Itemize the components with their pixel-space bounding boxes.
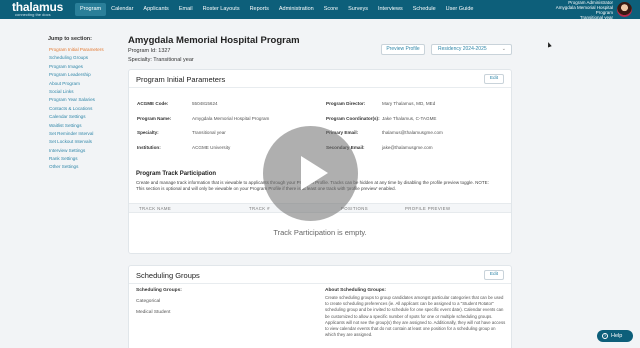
page-title: Amygdala Memorial Hospital Program xyxy=(128,35,300,46)
col-profile-preview[interactable]: PROFILE PREVIEW xyxy=(405,206,450,211)
question-icon: ? xyxy=(602,333,608,339)
sidebar-item-other-settings[interactable]: Other Settings xyxy=(49,163,118,171)
nav-program[interactable]: Program xyxy=(75,3,107,16)
nav-interviews[interactable]: Interviews xyxy=(373,3,408,16)
program-id: Program Id: 1327 xyxy=(128,48,171,54)
list-item: Medical Student xyxy=(136,310,171,315)
nav-administration[interactable]: Administration xyxy=(274,3,319,16)
nav-score[interactable]: Score xyxy=(319,3,343,16)
sidebar-item-interview-settings[interactable]: Interview Settings xyxy=(49,147,118,155)
jump-sidebar: Jump to section: Program Initial Paramet… xyxy=(46,36,118,172)
scheduling-groups-card: Scheduling Groups Edit Scheduling Groups… xyxy=(128,265,512,348)
main-nav: Program Calendar Applicants Email Roster… xyxy=(75,3,478,16)
col-track-name[interactable]: TRACK NAME xyxy=(139,206,171,211)
program-specialty: Specialty: Transitional year xyxy=(128,57,194,63)
card-header: Scheduling Groups Edit xyxy=(129,266,511,284)
sidebar-item-reminder-interval[interactable]: Set Reminder Interval xyxy=(49,130,118,138)
sidebar-item-social-links[interactable]: Social Links xyxy=(49,88,118,96)
video-play-button[interactable] xyxy=(263,126,358,221)
nav-applicants[interactable]: Applicants xyxy=(138,3,173,16)
preview-profile-button[interactable]: Preview Profile xyxy=(381,44,425,55)
sidebar-item-year-salaries[interactable]: Program Year Salaries xyxy=(49,96,118,104)
chevron-down-icon: ⌄ xyxy=(501,46,506,52)
param-acgme-code: ACGME Code: 5504815624 xyxy=(137,101,218,106)
nav-calendar[interactable]: Calendar xyxy=(106,3,138,16)
about-scheduling-groups-text: Create scheduling groups to group candid… xyxy=(325,295,506,338)
col-positions[interactable]: POSITIONS xyxy=(341,206,368,211)
sidebar-item-initial-parameters[interactable]: Program Initial Parameters xyxy=(49,46,118,54)
sidebar-title: Jump to section: xyxy=(48,36,93,42)
sidebar-item-calendar-settings[interactable]: Calendar Settings xyxy=(49,113,118,121)
sidebar-item-program-images[interactable]: Program Images xyxy=(49,63,118,71)
list-item: Categorical xyxy=(136,299,161,304)
help-button[interactable]: ? Help xyxy=(597,330,633,342)
residency-select[interactable]: Residency 2024-2025 ⌄ xyxy=(431,44,512,55)
mouse-cursor-icon xyxy=(546,41,552,48)
residency-select-value: Residency 2024-2025 xyxy=(438,46,487,52)
card-title: Scheduling Groups xyxy=(136,271,200,280)
param-institution: Institution: ACGME University xyxy=(137,145,231,150)
edit-parameters-button[interactable]: Edit xyxy=(484,74,504,84)
param-program-name: Program Name: Amygdala Memorial Hospital… xyxy=(137,116,270,121)
user-specialty: Transitional year xyxy=(579,15,613,20)
play-icon xyxy=(301,156,328,190)
card-title: Program Initial Parameters xyxy=(136,75,226,84)
scheduling-groups-label: Scheduling Groups: xyxy=(136,288,182,293)
param-program-coordinator: Program Coordinator(s): Jake Thalamus, C… xyxy=(326,116,437,121)
sidebar-item-lockout-intervals[interactable]: Set Lockout Intervals xyxy=(49,138,118,146)
sidebar-item-waitlist-settings[interactable]: Waitlist Settings xyxy=(49,122,118,130)
top-navbar: thalamus connecting the docs Program Cal… xyxy=(0,0,640,20)
col-track-number[interactable]: TRACK # xyxy=(249,206,270,211)
track-participation-title: Program Track Participation xyxy=(136,171,217,177)
card-header: Program Initial Parameters Edit xyxy=(129,70,511,88)
nav-email[interactable]: Email xyxy=(174,3,198,16)
thalamus-logo[interactable]: thalamus connecting the docs xyxy=(12,1,63,17)
sidebar-item-contacts[interactable]: Contacts & Locations xyxy=(49,105,118,113)
nav-surveys[interactable]: Surveys xyxy=(343,3,373,16)
param-specialty: Specialty: Transitional year xyxy=(137,130,226,135)
nav-schedule[interactable]: Schedule xyxy=(408,3,441,16)
nav-user-guide[interactable]: User Guide xyxy=(441,3,479,16)
user-info[interactable]: Program Administrator Amygdala Memorial … xyxy=(556,0,613,20)
sidebar-item-rank-settings[interactable]: Rank Settings xyxy=(49,155,118,163)
nav-reports[interactable]: Reports xyxy=(245,3,274,16)
avatar[interactable] xyxy=(617,2,632,17)
nav-roster-layouts[interactable]: Roster Layouts xyxy=(198,3,245,16)
sidebar-item-scheduling-groups[interactable]: Scheduling Groups xyxy=(49,54,118,62)
sidebar-item-program-leadership[interactable]: Program Leadership xyxy=(49,71,118,79)
edit-scheduling-groups-button[interactable]: Edit xyxy=(484,270,504,280)
track-empty-state: Track Participation is empty. xyxy=(273,228,367,237)
about-scheduling-groups-title: About Scheduling Groups: xyxy=(325,288,387,293)
help-label: Help xyxy=(611,333,623,339)
param-program-director: Program Director: Mary Thalamus, MD, MEd xyxy=(326,101,436,106)
sidebar-item-about-program[interactable]: About Program xyxy=(49,80,118,88)
